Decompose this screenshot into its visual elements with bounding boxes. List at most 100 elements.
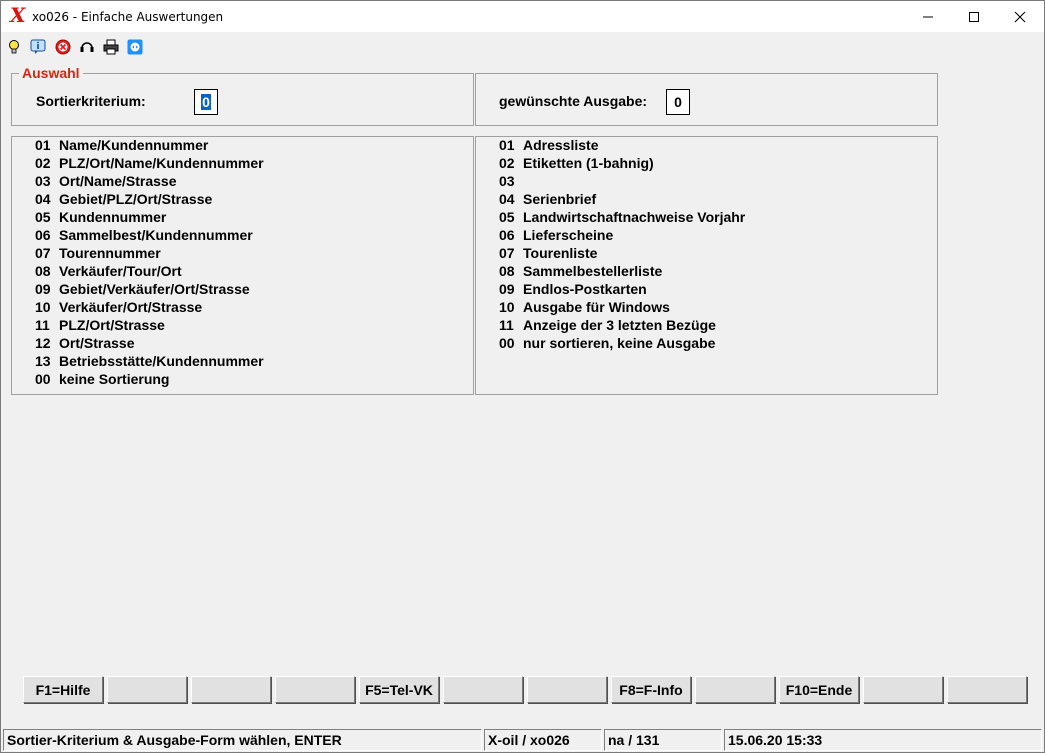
sort-option-label: Verkäufer/Ort/Strasse: [59, 299, 203, 315]
sort-option: 13 Betriebsstätte/Kundennummer: [35, 352, 264, 370]
status-program: X-oil / xo026: [484, 729, 602, 751]
sort-option: 09 Gebiet/Verkäufer/Ort/Strasse: [35, 280, 264, 298]
minimize-icon: [923, 16, 933, 17]
output-option-label: Endlos-Postkarten: [523, 281, 647, 297]
sort-option-number: 08: [35, 263, 51, 279]
window-title: xo026 - Einfache Auswertungen: [32, 10, 224, 24]
sort-option: 06 Sammelbest/Kundennummer: [35, 226, 264, 244]
cancel-icon[interactable]: [54, 38, 72, 56]
function-key-11[interactable]: [863, 676, 943, 703]
app-window: X xo026 - Einfache Auswertungen Auswahl …: [0, 0, 1045, 753]
output-option-number: 04: [499, 191, 515, 207]
output-option-label: Adressliste: [523, 137, 599, 153]
sort-option-label: keine Sortierung: [59, 371, 170, 387]
function-key-1[interactable]: F1=Hilfe: [23, 676, 103, 703]
output-option-number: 00: [499, 335, 515, 351]
sort-option-number: 05: [35, 209, 51, 225]
sort-option-number: 00: [35, 371, 51, 387]
output-option-label: Landwirtschaftnachweise Vorjahr: [523, 209, 746, 225]
lightbulb-icon[interactable]: [5, 38, 23, 56]
output-option-label: Etiketten (1-bahnig): [523, 155, 654, 171]
sort-option-label: Gebiet/Verkäufer/Ort/Strasse: [59, 281, 250, 297]
output-options-list: 01 Adressliste 02 Etiketten (1-bahnig) 03 04 S…: [499, 136, 745, 352]
output-option: 07 Tourenliste: [499, 244, 745, 262]
sort-option-number: 06: [35, 227, 51, 243]
output-option-label: Serienbrief: [523, 191, 597, 207]
sort-option-label: Ort/Strasse: [59, 335, 135, 351]
remote-support-icon[interactable]: [126, 38, 144, 56]
sort-criterion-label: Sortierkriterium:: [36, 93, 146, 109]
minimize-button[interactable]: [905, 1, 951, 32]
sort-criterion-value: 0: [201, 94, 211, 110]
sort-option-label: Betriebsstätte/Kundennummer: [59, 353, 264, 369]
app-logo-icon: X: [10, 3, 26, 27]
output-option: 01 Adressliste: [499, 136, 745, 154]
output-option-number: 08: [499, 263, 515, 279]
sort-option-number: 01: [35, 137, 51, 153]
sort-option-number: 10: [35, 299, 51, 315]
output-option: 10 Ausgabe für Windows: [499, 298, 745, 316]
function-key-3[interactable]: [191, 676, 271, 703]
sort-option: 02 PLZ/Ort/Name/Kundennummer: [35, 154, 264, 172]
output-option: 04 Serienbrief: [499, 190, 745, 208]
function-key-2[interactable]: [107, 676, 187, 703]
sort-option-number: 02: [35, 155, 51, 171]
close-icon: [1014, 11, 1026, 22]
output-option-label: Tourenliste: [523, 245, 598, 261]
sort-options-list: 01 Name/Kundennummer 02 PLZ/Ort/Name/Kunden…: [35, 136, 264, 388]
sort-option: 01 Name/Kundennummer: [35, 136, 264, 154]
function-key-10[interactable]: F10=Ende: [779, 676, 859, 703]
function-key-6[interactable]: [443, 676, 523, 703]
output-option-label: Anzeige der 3 letzten Bezüge: [523, 317, 716, 333]
function-key-5[interactable]: F5=Tel-VK: [359, 676, 439, 703]
close-button[interactable]: [997, 1, 1043, 32]
sort-option-label: PLZ/Ort/Strasse: [59, 317, 165, 333]
function-key-9[interactable]: [695, 676, 775, 703]
sort-option-label: Verkäufer/Tour/Ort: [59, 263, 182, 279]
output-option-label: Ausgabe für Windows: [523, 299, 670, 315]
status-message: Sortier-Kriterium & Ausgabe-Form wählen,…: [3, 729, 482, 751]
printer-icon[interactable]: [102, 38, 120, 56]
output-option-number: 03: [499, 173, 515, 189]
function-key-4[interactable]: [275, 676, 355, 703]
output-input[interactable]: 0: [666, 89, 690, 115]
output-option-number: 06: [499, 227, 515, 243]
output-option: 11 Anzeige der 3 letzten Bezüge: [499, 316, 745, 334]
headset-icon[interactable]: [78, 38, 96, 56]
function-key-7[interactable]: [527, 676, 607, 703]
maximize-button[interactable]: [951, 1, 997, 32]
sort-option: 11 PLZ/Ort/Strasse: [35, 316, 264, 334]
sort-option-number: 12: [35, 335, 51, 351]
sort-option-number: 11: [35, 317, 50, 333]
sort-option-number: 04: [35, 191, 51, 207]
sort-option-number: 09: [35, 281, 51, 297]
sort-option: 08 Verkäufer/Tour/Ort: [35, 262, 264, 280]
function-key-8[interactable]: F8=F-Info: [611, 676, 691, 703]
sort-option: 04 Gebiet/PLZ/Ort/Strasse: [35, 190, 264, 208]
sort-option-number: 03: [35, 173, 51, 189]
output-option: 06 Lieferscheine: [499, 226, 745, 244]
sort-option-label: Name/Kundennummer: [59, 137, 209, 153]
sort-option-label: Ort/Name/Strasse: [59, 173, 177, 189]
sort-option-label: PLZ/Ort/Name/Kundennummer: [59, 155, 264, 171]
output-option-number: 01: [499, 137, 515, 153]
sort-criterion-input[interactable]: 0: [194, 89, 218, 115]
output-option-number: 05: [499, 209, 515, 225]
output-value: 0: [674, 94, 682, 110]
sort-option: 10 Verkäufer/Ort/Strasse: [35, 298, 264, 316]
output-option: 02 Etiketten (1-bahnig): [499, 154, 745, 172]
toolbar: [1, 33, 1044, 60]
sort-option: 12 Ort/Strasse: [35, 334, 264, 352]
title-bar: X xo026 - Einfache Auswertungen: [1, 1, 1044, 32]
info-icon[interactable]: [29, 38, 47, 56]
function-key-12[interactable]: [947, 676, 1027, 703]
output-label: gewünschte Ausgabe:: [499, 93, 648, 109]
output-option: 00 nur sortieren, keine Ausgabe: [499, 334, 745, 352]
sort-option: 00 keine Sortierung: [35, 370, 264, 388]
maximize-icon: [969, 11, 979, 22]
output-option-label: nur sortieren, keine Ausgabe: [523, 335, 716, 351]
output-option-number: 11: [499, 317, 514, 333]
output-option-number: 10: [499, 299, 515, 315]
sort-option: 03 Ort/Name/Strasse: [35, 172, 264, 190]
output-option-label: Lieferscheine: [523, 227, 614, 243]
